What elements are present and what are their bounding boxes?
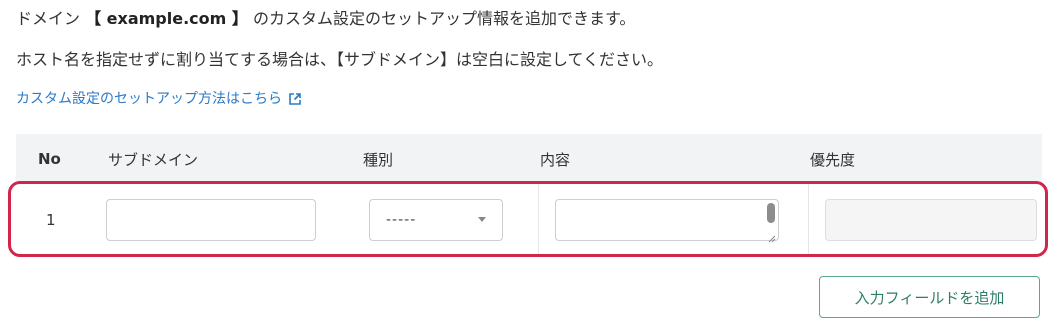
intro-line-2: ホスト名を指定せずに割り当てする場合は、【サブドメイン】は空白に設定してください… [16,50,664,69]
header-no: No [38,150,61,168]
content-cell [538,184,808,255]
header-priority: 優先度 [810,150,856,169]
subdomain-cell [106,184,361,255]
add-input-field-button[interactable]: 入力フィールドを追加 [819,276,1040,318]
type-cell: ----- [369,184,526,255]
table-row: 1 ----- [16,184,1042,255]
header-type: 種別 [363,150,394,169]
priority-input [825,198,1037,241]
resize-handle-icon[interactable] [766,228,776,242]
intro-line-1-prefix: ドメイン [16,9,86,28]
priority-cell [808,184,1037,255]
intro-line-1-suffix: のカスタム設定のセットアップ情報を追加できます。 [247,9,636,28]
domain-name: 【 example.com 】 [85,9,248,28]
setup-help-link-label: カスタム設定のセットアップ方法はこちら [16,91,282,107]
row-number: 1 [46,210,56,229]
external-link-icon [288,92,302,106]
textarea-scrollbar[interactable] [767,202,775,223]
record-type-selected: ----- [386,211,417,228]
record-type-select[interactable]: ----- [369,198,503,241]
content-textarea[interactable] [555,198,779,242]
subdomain-input[interactable] [106,198,316,241]
header-content: 内容 [540,150,571,169]
table-header: No サブドメイン 種別 内容 優先度 [16,134,1042,184]
dns-record-table: No サブドメイン 種別 内容 優先度 1 ----- [16,134,1042,255]
header-subdomain: サブドメイン [108,150,199,169]
chevron-down-icon [478,217,486,222]
setup-help-link[interactable]: カスタム設定のセットアップ方法はこちら [16,90,302,108]
intro-line-1: ドメイン 【 example.com 】 のカスタム設定のセットアップ情報を追加… [16,9,635,29]
